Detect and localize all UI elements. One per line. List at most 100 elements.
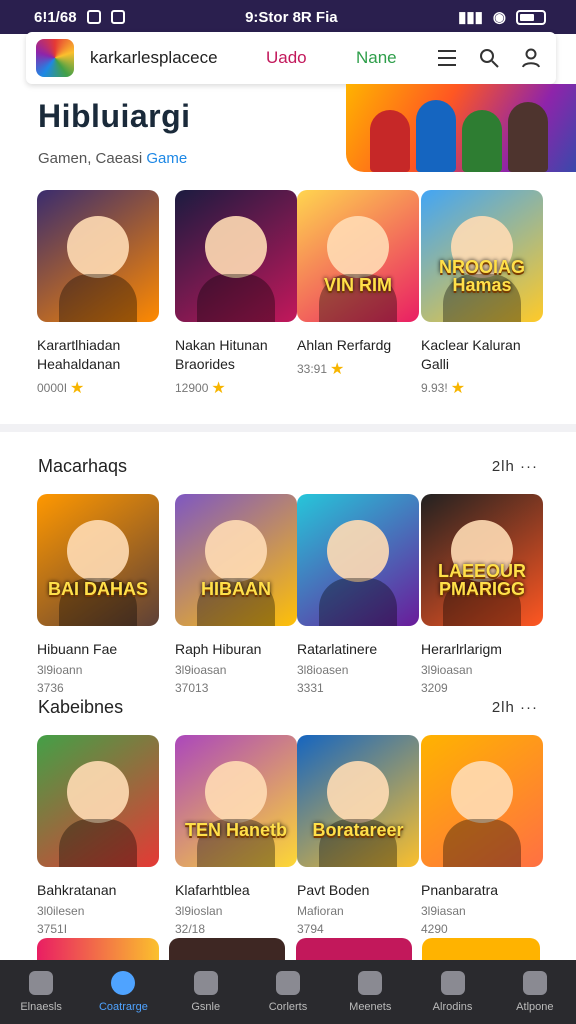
star-icon: ★ <box>450 380 466 397</box>
partial-thumb[interactable] <box>37 938 159 960</box>
game-thumbnail[interactable]: TEN Hanetb <box>175 735 297 867</box>
section-more-1[interactable]: 2lh ··· <box>492 458 538 475</box>
hero-banner-image[interactable] <box>346 84 576 172</box>
thumbnail-title-art: VIN RIM <box>323 275 392 295</box>
game-title[interactable]: Pnanbaratra <box>421 881 543 900</box>
game-card[interactable]: Boratareer Pavt Boden Mafioran 3794 <box>297 735 419 936</box>
game-rating: 12900 ★ <box>175 378 297 398</box>
game-thumbnail[interactable]: HIBAAN <box>175 494 297 626</box>
brand-name[interactable]: karkarlesplacece <box>90 48 250 68</box>
game-title[interactable]: Pavt Boden <box>297 881 419 900</box>
game-title[interactable]: Raph Hiburan <box>175 640 297 659</box>
game-title[interactable]: Bahkratanan <box>37 881 159 900</box>
battery-icon <box>516 9 546 25</box>
game-thumbnail[interactable]: Boratareer <box>297 735 419 867</box>
game-title[interactable]: Nakan Hitunan Braorides <box>175 336 297 374</box>
game-thumbnail[interactable]: NROOIAG Hamas <box>421 190 543 322</box>
tab-item[interactable]: Meenets <box>329 960 411 1024</box>
tab-icon <box>111 971 136 995</box>
rating-value: 33:91 <box>297 362 328 376</box>
character-face <box>205 761 267 823</box>
profile-icon[interactable] <box>520 47 542 69</box>
subtitle-link[interactable]: Game <box>146 150 187 167</box>
rating-value: 9.93! <box>421 381 448 395</box>
page-title: Hibluiargi <box>38 98 191 134</box>
app-header: karkarlesplacece Uado Nane <box>26 32 556 84</box>
game-count: 3209 <box>421 681 448 695</box>
game-thumbnail[interactable] <box>175 190 297 322</box>
game-title[interactable]: Ahlan Rerfardg <box>297 336 419 355</box>
character-body <box>59 819 137 867</box>
game-title[interactable]: Klafarhtblea <box>175 881 297 900</box>
tab-icon <box>29 971 54 995</box>
section-title-1: Macarhaqs <box>38 456 128 476</box>
brand-logo[interactable] <box>36 39 74 77</box>
character-body <box>443 819 521 867</box>
tab-item[interactable]: Elnaesls <box>0 960 82 1024</box>
game-card[interactable]: HIBAAN Raph Hiburan 3l9ioasan 37013 <box>175 494 297 695</box>
search-icon[interactable] <box>478 47 500 69</box>
game-thumbnail[interactable] <box>421 735 543 867</box>
game-count: 3331 <box>297 681 324 695</box>
rating-value: 12900 <box>175 381 209 395</box>
tab-item[interactable]: Coatrarge <box>82 960 164 1024</box>
tab-item[interactable]: Atlpone <box>494 960 576 1024</box>
game-thumbnail[interactable]: VIN RIM <box>297 190 419 322</box>
partial-thumb[interactable] <box>422 938 540 960</box>
game-card[interactable]: Bahkratanan 3l0ilesen 3751I <box>37 735 159 936</box>
game-thumbnail[interactable]: LAEEOUR PMARIGG <box>421 494 543 626</box>
game-title[interactable]: Karartlhiadan Heahaldanan <box>37 336 159 374</box>
partial-thumb[interactable] <box>296 938 412 960</box>
section-row-1: BAI DAHAS Hibuann Fae 3l9ioann 3736 HIBAAN Ra… <box>0 494 576 695</box>
character-face <box>205 216 267 278</box>
character-face <box>205 520 267 582</box>
character-face <box>67 761 129 823</box>
status-bar: 6!1/68 9:Stor 8R Fia ▮▮▮ ◉ <box>0 0 576 34</box>
thumbnail-title-art: TEN Hanetb <box>184 820 287 840</box>
tab-label: Elnaesls <box>20 1001 62 1013</box>
game-card[interactable]: Pnanbaratra 3l9iasan 4290 <box>421 735 543 936</box>
partial-thumb[interactable] <box>169 938 285 960</box>
menu-icon[interactable] <box>436 47 458 69</box>
character-body <box>197 274 275 322</box>
game-subtitle: 3l9iasan <box>421 904 466 918</box>
game-thumbnail[interactable] <box>297 494 419 626</box>
bottom-tab-bar: Elnaesls Coatrarge Gsnle Corlerts Meenets Alr… <box>0 960 576 1024</box>
featured-row: Karartlhiadan Heahaldanan 0000I ★ Nakan Hit… <box>0 190 576 410</box>
game-count: 4290 <box>421 922 448 936</box>
character-face <box>67 520 129 582</box>
thumbnail-title-art: HIBAAN <box>201 579 271 599</box>
tab-item[interactable]: Alrodins <box>411 960 493 1024</box>
tab-label: Alrodins <box>432 1001 473 1013</box>
game-card[interactable]: Ratarlatinere 3l8ioasen 3331 <box>297 494 419 695</box>
game-title[interactable]: Ratarlatinere <box>297 640 419 659</box>
game-count: 3794 <box>297 922 324 936</box>
tab-icon <box>522 971 547 995</box>
game-thumbnail[interactable] <box>37 190 159 322</box>
tab-item[interactable]: Gsnle <box>165 960 247 1024</box>
game-card[interactable]: Karartlhiadan Heahaldanan 0000I ★ <box>37 190 159 398</box>
game-card[interactable]: NROOIAG Hamas Kaclear Kaluran Galli 9.93! ★ <box>421 190 543 398</box>
tab-item[interactable]: Corlerts <box>247 960 329 1024</box>
game-subtitle: 3l9ioasan <box>175 663 227 677</box>
game-card[interactable]: VIN RIM Ahlan Rerfardg 33:91 ★ <box>297 190 419 379</box>
star-icon: ★ <box>330 361 345 378</box>
game-title[interactable]: Kaclear Kaluran Galli <box>421 336 543 374</box>
game-thumbnail[interactable] <box>37 735 159 867</box>
game-card[interactable]: BAI DAHAS Hibuann Fae 3l9ioann 3736 <box>37 494 159 695</box>
nav-link-2[interactable]: Nane <box>356 48 416 68</box>
game-card[interactable]: LAEEOUR PMARIGG Herarlrlarigm 3l9ioasan 320… <box>421 494 543 695</box>
game-card[interactable]: TEN Hanetb Klafarhtblea 3l9ioslan 32/18 <box>175 735 297 936</box>
star-icon: ★ <box>211 380 226 397</box>
thumbnail-title-art: NROOIAG Hamas <box>438 257 525 295</box>
character-body <box>59 274 137 322</box>
tab-label: Atlpone <box>516 1001 554 1013</box>
tab-label: Gsnle <box>191 1001 221 1013</box>
nav-link-1[interactable]: Uado <box>266 48 336 68</box>
game-thumbnail[interactable]: BAI DAHAS <box>37 494 159 626</box>
game-title[interactable]: Herarlrlarigm <box>421 640 543 659</box>
game-title[interactable]: Hibuann Fae <box>37 640 159 659</box>
game-card[interactable]: Nakan Hitunan Braorides 12900 ★ <box>175 190 297 398</box>
app-icon <box>110 10 125 24</box>
section-more-2[interactable]: 2lh ··· <box>492 699 538 716</box>
